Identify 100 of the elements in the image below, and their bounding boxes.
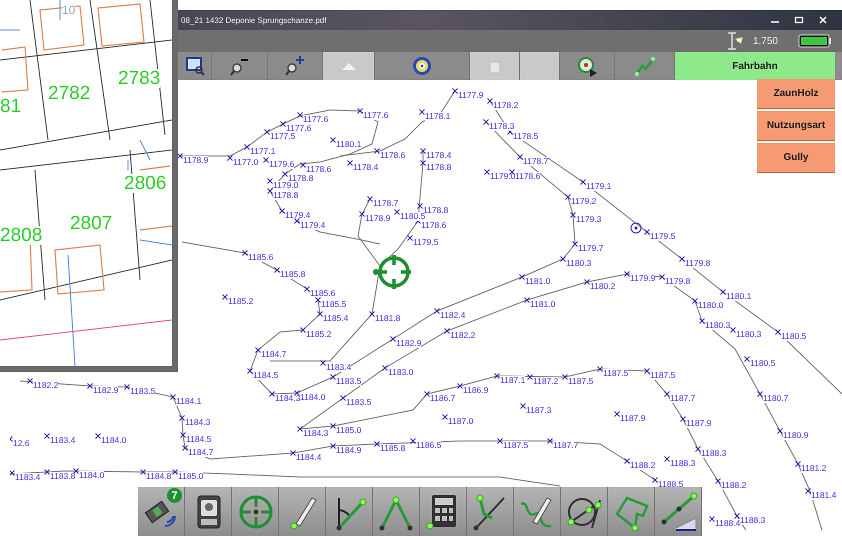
elevation-label: 1184.9 (336, 446, 362, 455)
elevation-label: 1178.4 (426, 151, 452, 160)
elevation-label: 1183.5 (346, 398, 372, 407)
point-marker-icon (624, 271, 630, 277)
elevation-label: 1178.9 (365, 214, 390, 223)
tool-button[interactable] (514, 487, 561, 536)
point-marker-icon (374, 441, 380, 447)
point-marker-icon (709, 516, 715, 522)
elevation-label: 1178.6 (515, 172, 540, 181)
elevation-label: 1187.2 (533, 377, 558, 386)
point-marker-icon (699, 318, 705, 324)
tool-button[interactable] (326, 487, 373, 536)
elevation-label: 1185.6 (310, 289, 336, 298)
elevation-label: 1188.2 (630, 461, 656, 470)
elevation-label: 1177.0 (233, 158, 258, 167)
point-marker-icon (44, 433, 50, 439)
tool-button[interactable] (467, 487, 514, 536)
elevation-label: 1179.0 (490, 172, 516, 181)
elevation-label: 1183.4 (15, 473, 40, 482)
point-marker-icon (644, 368, 650, 374)
point-marker-icon (172, 469, 178, 475)
point-marker-icon (580, 179, 586, 185)
elevation-label: 1179.7 (578, 244, 604, 253)
elevation-label: 1185.4 (323, 314, 348, 323)
elevation-label: 1177.6 (286, 124, 312, 133)
layer-button[interactable]: Gully (757, 143, 835, 173)
elevation-label: 1184.3 (275, 394, 300, 403)
point-marker-icon (614, 411, 620, 417)
elevation-label: 1178.6 (306, 165, 332, 174)
point-marker-icon (730, 327, 736, 333)
elevation-label: 1180.3 (705, 321, 730, 330)
elevation-label: 1179.0 (273, 181, 298, 190)
point-marker-icon (519, 274, 525, 280)
elevation-label: 1183.8 (50, 472, 76, 481)
point-marker-icon (584, 279, 590, 285)
elevation-label: 1186.9 (463, 386, 488, 395)
point-marker-icon (744, 356, 750, 362)
elevation-label: 1184.4 (296, 453, 322, 462)
layer-button[interactable]: Fahrbahn (675, 52, 835, 80)
elevation-label: 1184.7 (188, 448, 214, 457)
point-marker-icon (244, 144, 250, 150)
battery-icon (798, 34, 832, 48)
elevation-label: 1185.2 (306, 330, 332, 339)
elevation-label: 1178.8 (426, 163, 452, 172)
elevation-label: 1179.5 (650, 232, 676, 241)
point-marker-icon (267, 178, 273, 184)
point-marker-icon (367, 196, 373, 202)
layer-button[interactable]: ZaunHolz (757, 79, 835, 109)
point-marker-icon (227, 155, 233, 161)
tool-button[interactable] (561, 487, 608, 536)
elevation-label: 1183.4 (50, 436, 76, 445)
point-marker-icon (420, 160, 426, 166)
elevation-label: 1188.2 (721, 481, 746, 490)
tool-button[interactable] (185, 487, 232, 536)
elevation-label: 1183.4 (326, 363, 352, 372)
elevation-label: 1187.1 (500, 376, 526, 385)
point-marker-icon (572, 241, 578, 247)
point-marker-icon (452, 88, 458, 94)
point-marker-icon (390, 336, 396, 342)
point-marker-icon (483, 119, 489, 125)
point-marker-icon (279, 208, 285, 214)
point-marker-icon (10, 470, 15, 476)
close-icon[interactable] (818, 16, 828, 24)
maximize-icon[interactable] (794, 16, 804, 24)
elevation-label: 1181.8 (375, 314, 400, 323)
elevation-label: 1177.9 (458, 91, 484, 100)
elevation-label: 1180.7 (763, 394, 788, 403)
tool-button[interactable]: 7 (138, 487, 185, 536)
elevation-label: 1179.4 (285, 211, 310, 220)
point-marker-icon (734, 513, 740, 519)
zoom-in-icon (284, 55, 306, 77)
elevation-label: 1180.2 (590, 282, 616, 291)
point-marker-icon (87, 383, 93, 389)
point-marker-icon (692, 298, 698, 304)
point-marker-icon (177, 153, 183, 159)
elevation-label: 1181.2 (801, 464, 826, 473)
layer-button[interactable]: Nutzungsart (757, 111, 835, 141)
elevation-label: 1184.8 (146, 472, 172, 481)
elevation-label: 1185.0 (336, 426, 362, 435)
point-marker-icon (247, 368, 253, 374)
point-marker-icon (44, 469, 50, 475)
point-marker-icon (424, 391, 430, 397)
tool-button[interactable] (420, 487, 467, 536)
elevation-label: 1184.5 (186, 435, 212, 444)
point-marker-icon (679, 256, 685, 262)
point-marker-icon (417, 203, 423, 209)
point-marker-icon (407, 235, 413, 241)
elevation-label: 1179.9 (630, 274, 656, 283)
point-marker-icon (73, 468, 79, 474)
point-marker-icon (715, 478, 721, 484)
parcel-number: 2783 (118, 69, 160, 88)
elevation-label: 1187.5 (503, 441, 528, 450)
point-marker-icon (330, 443, 336, 449)
zoom-window-icon (184, 55, 206, 77)
point-marker-icon (775, 329, 781, 335)
elevation-label: 1184.5 (253, 371, 278, 380)
elevation-label: 1178.3 (489, 122, 514, 131)
tool-button[interactable] (655, 487, 702, 536)
tool-button[interactable] (279, 487, 326, 536)
point-marker-icon (659, 274, 665, 280)
